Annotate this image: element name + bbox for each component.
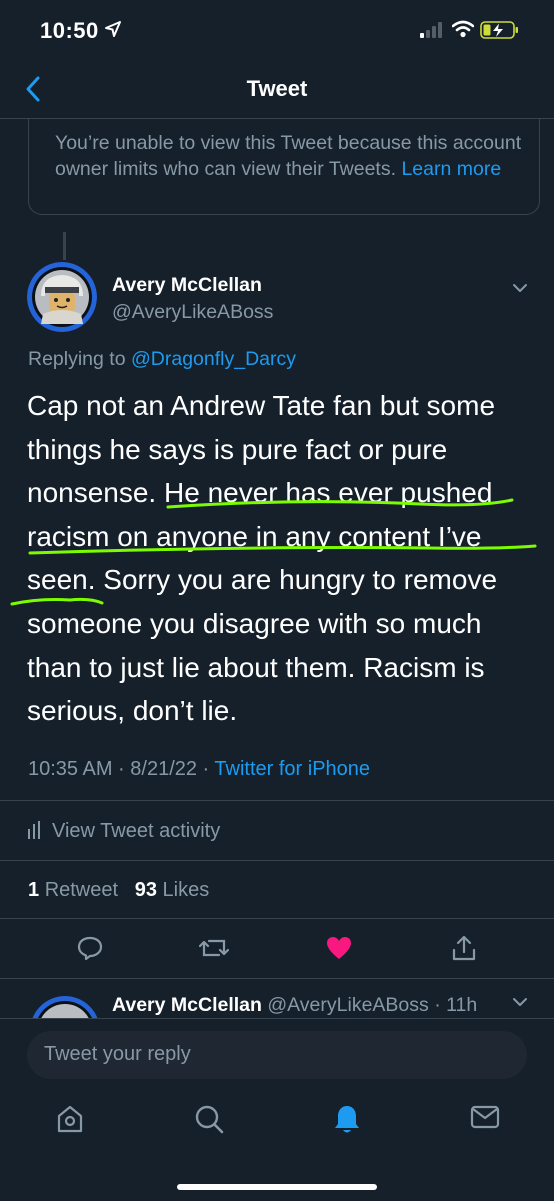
reply-icon[interactable]: [76, 934, 104, 962]
home-indicator: [177, 1184, 377, 1190]
engagement-stats: 1 Retweet 93 Likes: [28, 879, 209, 902]
replying-to: Replying to @Dragonfly_Darcy: [28, 348, 296, 371]
wifi-icon: [452, 20, 474, 38]
reply-author[interactable]: Avery McClellan @AveryLikeABoss · 11h: [112, 994, 477, 1017]
avatar[interactable]: [27, 262, 97, 332]
page-title: Tweet: [246, 76, 308, 101]
reply-author-handle: @AveryLikeABoss · 11h: [267, 994, 478, 1016]
reply-composer[interactable]: Tweet your reply: [27, 1031, 527, 1079]
analytics-icon: [28, 821, 40, 839]
divider: [0, 918, 554, 919]
replying-to-label: Replying to: [28, 348, 126, 370]
notifications-bell-icon[interactable]: [333, 1104, 361, 1136]
home-icon[interactable]: [56, 1104, 84, 1134]
like-heart-icon[interactable]: [325, 934, 353, 962]
location-arrow-icon: [105, 21, 121, 37]
tweet-line: someone you disagree with so much: [27, 607, 482, 639]
tweet-source[interactable]: Twitter for iPhone: [214, 758, 370, 780]
top-nav: Tweet: [0, 60, 554, 119]
replying-to-mention[interactable]: @Dragonfly_Darcy: [131, 348, 296, 370]
retweets-count: 1: [28, 879, 40, 901]
tweet-text: Cap not an Andrew Tate fan but some thin…: [27, 384, 532, 733]
composer-placeholder: Tweet your reply: [44, 1043, 191, 1065]
tweet-timestamp: 10:35 AM · 8/21/22 ·: [28, 758, 215, 780]
tweet-line: Cap not an Andrew Tate fan but some: [27, 390, 496, 421]
restricted-tweet-notice: You’re unable to view this Tweet because…: [28, 118, 540, 215]
search-icon[interactable]: [194, 1104, 224, 1134]
learn-more-link[interactable]: Learn more: [401, 158, 501, 180]
author-name[interactable]: Avery McClellan: [112, 274, 262, 297]
likes-count: 93: [134, 879, 157, 901]
signal-icon: [420, 22, 442, 38]
status-time: 10:50: [40, 18, 99, 43]
tweet-line: things he says is pure fact or pure: [27, 433, 448, 465]
tweet-line: nonsense. He never has ever pushed: [27, 477, 493, 509]
divider: [0, 978, 554, 979]
divider: [0, 860, 554, 861]
likes-label[interactable]: Likes: [163, 879, 210, 901]
thread-connector: [63, 232, 66, 260]
messages-mail-icon[interactable]: [470, 1104, 500, 1130]
tweet-line: serious, don’t lie.: [27, 695, 238, 727]
activity-label: View Tweet activity: [52, 820, 221, 842]
chevron-down-icon[interactable]: [511, 282, 529, 294]
author-handle[interactable]: @AveryLikeABoss: [112, 301, 273, 324]
tweet-meta: 10:35 AM · 8/21/22 · Twitter for iPhone: [28, 758, 370, 781]
retweet-icon[interactable]: [199, 934, 229, 962]
reply-chevron-down-icon[interactable]: [511, 996, 529, 1008]
tweet-line: racism on anyone in any content I’ve: [27, 520, 482, 552]
avatar-image: [27, 262, 97, 332]
share-icon[interactable]: [451, 934, 477, 962]
battery-charging-icon: [480, 21, 518, 39]
status-bar: 10:50: [0, 0, 554, 60]
tweet-line: than to just lie about them. Racism is: [27, 651, 485, 683]
tweet-line: seen. Sorry you are hungry to remove: [27, 564, 498, 596]
divider: [0, 800, 554, 801]
retweets-label[interactable]: Retweet: [45, 879, 118, 901]
view-tweet-activity[interactable]: View Tweet activity: [28, 820, 220, 843]
reply-author-name: Avery McClellan: [112, 994, 262, 1016]
